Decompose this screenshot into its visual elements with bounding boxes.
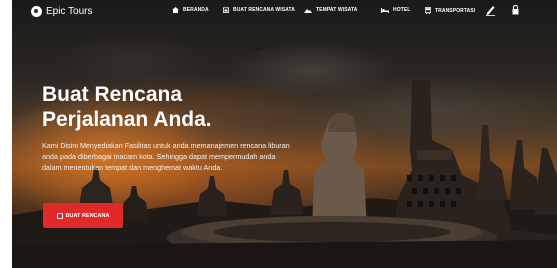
edit-icon <box>56 212 63 219</box>
hero-title-line2: Perjalanan Anda. <box>42 108 212 131</box>
nav-item-buat-rencana-wisata[interactable]: BUAT RENCANA WISATA <box>223 7 295 13</box>
nav-label-buat-rencana-wisata: BUAT RENCANA WISATA <box>233 7 295 13</box>
bed-icon <box>381 7 389 13</box>
compass-icon <box>31 6 42 17</box>
bus-icon <box>425 7 431 14</box>
nav-item-tempat-wisata[interactable]: TEMPAT WISATA <box>304 7 357 13</box>
nav-label-beranda: BERANDA <box>183 7 209 13</box>
top-navbar: Epic Tours BERANDA BUAT RENCANA WISATA T… <box>12 0 557 24</box>
hero-banner: Epic Tours BERANDA BUAT RENCANA WISATA T… <box>12 0 557 268</box>
calendar-icon <box>223 7 229 13</box>
home-icon <box>172 7 179 13</box>
hero-title: Buat Rencana Perjalanan Anda. <box>42 82 302 132</box>
nav-item-hotel[interactable]: HOTEL <box>381 7 410 13</box>
nav-item-transportasi[interactable]: TRANSPORTASI <box>425 7 475 14</box>
hero-description: Kami Disini Menyediakan Fasilitas untuk … <box>42 141 290 172</box>
lock-icon[interactable] <box>512 5 519 15</box>
nav-label-transportasi: TRANSPORTASI <box>435 7 476 14</box>
buat-rencana-button[interactable]: BUAT RENCANA <box>43 203 123 228</box>
mountain-icon <box>304 8 312 13</box>
buat-rencana-label: BUAT RENCANA <box>65 212 110 219</box>
nav-label-hotel: HOTEL <box>393 7 411 13</box>
hero-title-line1: Buat Rencana <box>42 83 183 106</box>
brand-logo[interactable]: Epic Tours <box>31 6 93 17</box>
nav-label-tempat-wisata: TEMPAT WISATA <box>316 7 358 13</box>
nav-item-beranda[interactable]: BERANDA <box>172 7 209 13</box>
brand-name: Epic Tours <box>46 6 93 17</box>
pencil-icon[interactable] <box>486 5 495 16</box>
